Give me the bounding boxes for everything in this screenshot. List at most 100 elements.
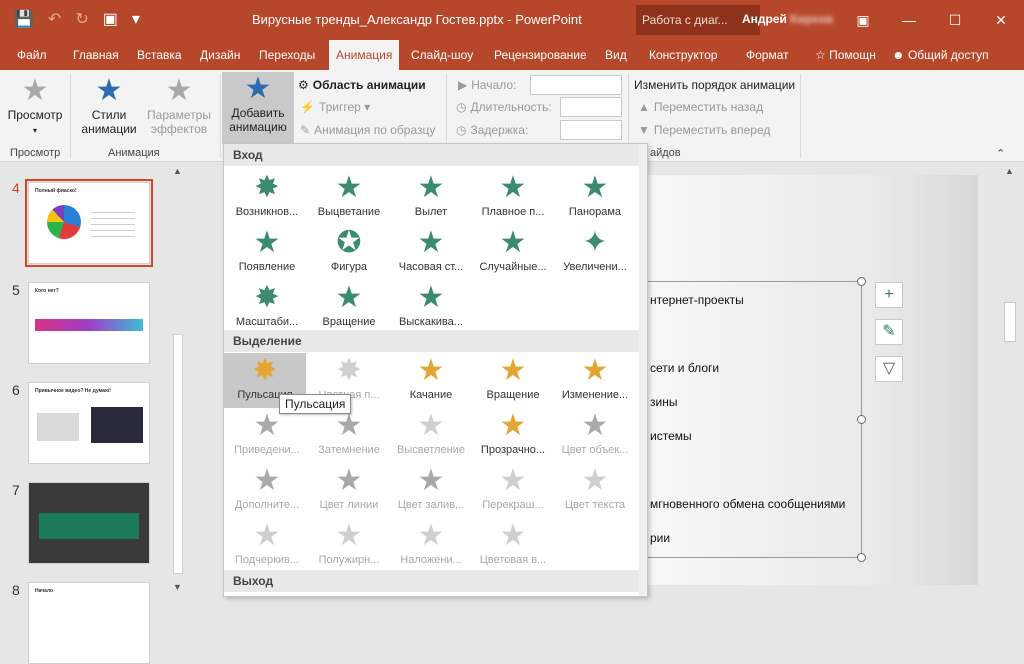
animation-painter-button[interactable]: ✎ Анимация по образцу [300, 123, 435, 137]
brush-icon: ✎ [300, 123, 311, 137]
animation-brush-color[interactable]: ★ Перекраш... [472, 463, 554, 518]
chart-styles-button[interactable]: ✎ [875, 319, 903, 345]
tab-insert[interactable]: Вставка [137, 48, 182, 62]
ribbon-display-icon[interactable]: ▣ [840, 0, 886, 40]
animation-lighten[interactable]: ★ Высветление [390, 408, 472, 463]
scroll-up-icon[interactable]: ▲ [1005, 166, 1014, 176]
duration-spinner[interactable] [560, 97, 622, 117]
trigger-button[interactable]: ⚡ Триггер ▾ [300, 100, 370, 114]
animation-wave[interactable]: ★ Цветовая в... [472, 518, 554, 573]
resize-handle[interactable] [857, 277, 866, 286]
animation-grow-shrink[interactable]: ★ Изменение... [554, 353, 636, 408]
slide-thumbnail[interactable]: Начало [28, 582, 150, 664]
animation-random-bars[interactable]: ★ Случайные... [472, 225, 554, 280]
slide-thumb-title: Кого нет? [35, 288, 59, 294]
scroll-thumb[interactable] [1004, 302, 1016, 342]
tab-review[interactable]: Рецензирование [494, 48, 587, 62]
animation-darken[interactable]: ★ Затемнение [308, 408, 390, 463]
animation-label: Появление [238, 261, 296, 273]
add-animation-button[interactable]: ★ Добавить анимацию [222, 72, 294, 144]
tab-design[interactable]: Дизайн [200, 48, 240, 62]
collapse-ribbon-icon[interactable]: ⌃ [996, 147, 1005, 160]
preview-button[interactable]: ★ Просмотр ▾ [4, 74, 66, 136]
scroll-down-icon[interactable]: ▼ [173, 582, 182, 592]
animation-object-color[interactable]: ★ Цвет объек... [554, 408, 636, 463]
delay-spinner[interactable] [560, 120, 622, 140]
customize-qat-icon[interactable]: ▾ [132, 9, 140, 29]
animation-wheel[interactable]: ★ Часовая ст... [390, 225, 472, 280]
save-icon[interactable]: 💾 [14, 9, 34, 29]
tooltip: Пульсация [279, 394, 352, 414]
animation-complementary-color[interactable]: ★ Дополните... [226, 463, 308, 518]
share-button[interactable]: ☻ Общий доступ [892, 48, 989, 62]
tab-slideshow[interactable]: Слайд-шоу [411, 48, 473, 62]
undo-icon[interactable]: ↶ [48, 9, 61, 29]
animation-appear[interactable]: ✸ Возникнов... [226, 170, 308, 225]
animation-fly-in[interactable]: ★ Вылет [390, 170, 472, 225]
animation-fade[interactable]: ★ Выцветание [308, 170, 390, 225]
animation-bold-flash[interactable]: ★ Полужирн... [308, 518, 390, 573]
animation-label: Дополните... [234, 499, 300, 511]
scroll-up-icon[interactable]: ▲ [173, 166, 182, 176]
effect-options-button[interactable]: ★ Параметры эффектов [144, 74, 214, 136]
animation-desaturate[interactable]: ★ Приведени... [226, 408, 308, 463]
animation-swivel[interactable]: ★ Вращение [308, 280, 390, 335]
animation-split[interactable]: ★ Панорама [554, 170, 636, 225]
animation-grow-turn[interactable]: ✦ Увеличени... [554, 225, 636, 280]
chevron-down-icon: ▾ [32, 126, 37, 135]
start-combo[interactable] [530, 75, 622, 95]
scroll-thumb[interactable] [173, 334, 183, 574]
animation-label: Возникнов... [235, 206, 299, 218]
maximize-icon[interactable]: ☐ [932, 0, 978, 40]
animation-bounce[interactable]: ★ Выскакива... [390, 280, 472, 335]
user-name[interactable]: Андрей Киреев [742, 12, 833, 26]
slideshow-icon[interactable]: ▣ [103, 9, 118, 29]
animation-line-color[interactable]: ★ Цвет линии [308, 463, 390, 518]
chart-filters-button[interactable]: ▽ [875, 356, 903, 382]
tab-format[interactable]: Формат [746, 48, 789, 62]
move-back-button[interactable]: ▲ Переместить назад [638, 100, 763, 114]
animation-spin[interactable]: ★ Вращение [472, 353, 554, 408]
tab-help[interactable]: ☆ Помощн [815, 48, 876, 62]
redo-icon[interactable]: ↻ [75, 9, 88, 29]
tab-file[interactable]: Файл [17, 48, 47, 62]
animation-label: Вылет [414, 206, 448, 218]
tab-transitions[interactable]: Переходы [259, 48, 315, 62]
star-icon: ★ [253, 519, 281, 552]
selected-smartart-frame[interactable] [640, 281, 862, 558]
star-icon: ★ [581, 409, 609, 442]
resize-handle[interactable] [857, 415, 866, 424]
tab-animations[interactable]: Анимация [329, 40, 400, 70]
animation-label: Затемнение [318, 444, 380, 456]
slide-thumbnail[interactable]: Кого нет? [28, 282, 150, 364]
gallery-scrollbar[interactable] [639, 144, 647, 596]
animation-fill-color[interactable]: ★ Цвет залив... [390, 463, 472, 518]
animation-font-color[interactable]: ★ Цвет текста [554, 463, 636, 518]
animation-teeter[interactable]: ★ Качание [390, 353, 472, 408]
animation-underline[interactable]: ★ Подчеркив... [226, 518, 308, 573]
minimize-icon[interactable]: — [886, 0, 932, 40]
close-icon[interactable]: ✕ [978, 0, 1024, 40]
animation-transparency[interactable]: ★ Прозрачно... [472, 408, 554, 463]
animation-float-in[interactable]: ★ Плавное п... [472, 170, 554, 225]
exit-header: Выход [224, 570, 647, 592]
clock-icon: ◷ [456, 100, 467, 114]
animation-label: Случайные... [479, 261, 547, 273]
slide-thumbnail[interactable]: Полный фиаско! [25, 179, 153, 267]
animation-pane-button[interactable]: ⚙ Область анимации [298, 78, 426, 92]
animation-styles-button[interactable]: ★ Стили анимации [76, 74, 142, 136]
tab-constructor[interactable]: Конструктор [649, 48, 717, 62]
chart-elements-button[interactable]: + [875, 282, 903, 308]
slide-thumbnail[interactable]: Привычное видео? Не думаю! [28, 382, 150, 464]
resize-handle[interactable] [857, 553, 866, 562]
animation-zoom[interactable]: ✸ Масштаби... [226, 280, 308, 335]
tab-view[interactable]: Вид [605, 48, 627, 62]
animation-wipe[interactable]: ★ Появление [226, 225, 308, 280]
thumbnails-scrollbar[interactable]: ▲ ▼ [170, 162, 186, 597]
move-forward-button[interactable]: ▼ Переместить вперед [638, 123, 770, 137]
animation-bold-reveal[interactable]: ★ Наложени... [390, 518, 472, 573]
animation-shape[interactable]: ✪ Фигура [308, 225, 390, 280]
tab-home[interactable]: Главная [73, 48, 119, 62]
slide-scrollbar[interactable]: ▲ [1002, 162, 1018, 597]
slide-thumbnail[interactable] [28, 482, 150, 564]
